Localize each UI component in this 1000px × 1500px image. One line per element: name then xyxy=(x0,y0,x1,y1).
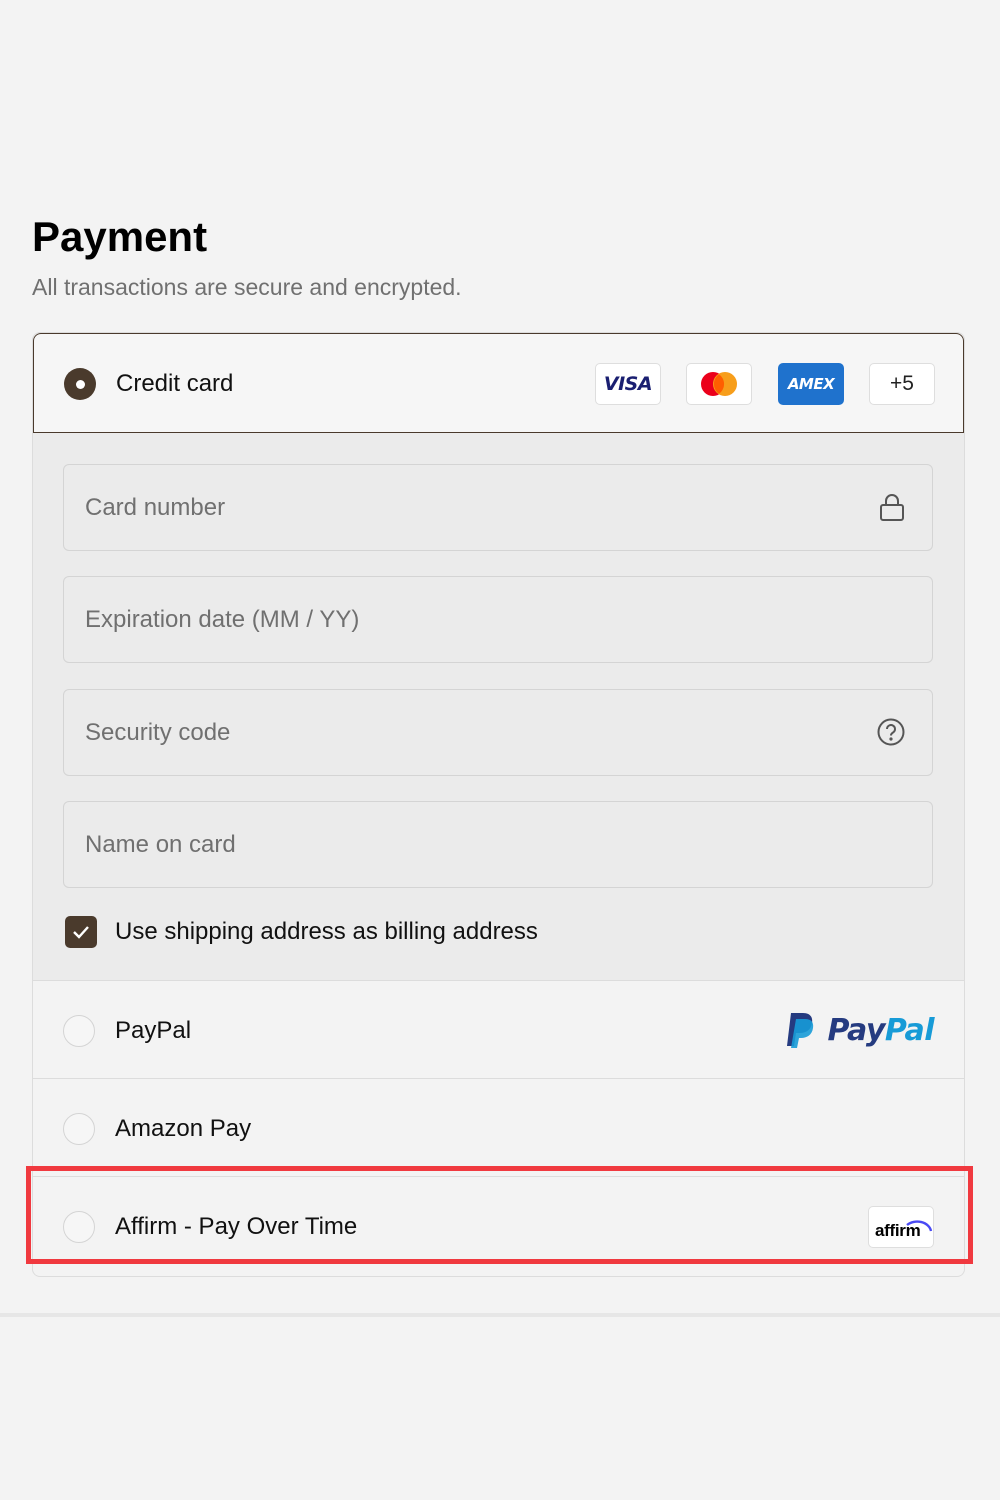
paypal-radio[interactable] xyxy=(63,1015,95,1047)
visa-icon: VISA xyxy=(595,363,661,405)
affirm-highlight-box xyxy=(26,1166,973,1264)
credit-card-label: Credit card xyxy=(116,370,234,397)
page-subtitle: All transactions are secure and encrypte… xyxy=(32,274,462,300)
visa-text: VISA xyxy=(603,373,653,395)
card-number-field[interactable]: Card number xyxy=(63,464,933,551)
payment-option-paypal[interactable]: PayPal PayPal xyxy=(33,981,964,1079)
payment-option-amazon-pay[interactable]: Amazon Pay xyxy=(33,1079,964,1177)
paypal-label: PayPal xyxy=(115,1017,192,1044)
credit-card-form: Card number Expiration date (MM / YY) Se… xyxy=(33,433,964,981)
security-code-field[interactable]: Security code xyxy=(63,689,933,776)
payment-methods-panel: Credit card VISA AMEX +5 Card number Exp… xyxy=(32,332,965,1277)
security-code-placeholder: Security code xyxy=(85,719,231,746)
amazon-pay-label: Amazon Pay xyxy=(115,1115,252,1142)
amazon-pay-radio[interactable] xyxy=(63,1113,95,1145)
more-brands-label: +5 xyxy=(890,372,914,395)
amex-icon: AMEX xyxy=(778,363,844,405)
lock-icon xyxy=(878,492,906,527)
payment-option-credit-card[interactable]: Credit card VISA AMEX +5 xyxy=(33,333,964,433)
checkmark-icon xyxy=(73,926,89,939)
expiration-date-field[interactable]: Expiration date (MM / YY) xyxy=(63,576,933,663)
billing-address-checkbox[interactable] xyxy=(65,916,97,948)
amex-text: AMEX xyxy=(787,375,835,393)
mastercard-icon xyxy=(686,363,752,405)
more-brands-badge: +5 xyxy=(869,363,935,405)
help-circle-icon[interactable] xyxy=(876,717,906,752)
divider xyxy=(0,1313,1000,1317)
billing-address-label[interactable]: Use shipping address as billing address xyxy=(115,918,538,946)
expiration-date-placeholder: Expiration date (MM / YY) xyxy=(85,606,360,633)
card-number-placeholder: Card number xyxy=(85,494,226,521)
paypal-logo-icon: PayPal xyxy=(785,1011,935,1049)
credit-card-radio[interactable] xyxy=(64,368,96,400)
page-title: Payment xyxy=(32,213,208,260)
paypal-logo-pal: Pal xyxy=(884,1012,935,1048)
name-on-card-placeholder: Name on card xyxy=(85,831,236,858)
name-on-card-field[interactable]: Name on card xyxy=(63,801,933,888)
paypal-logo-pay: Pay xyxy=(827,1012,885,1048)
